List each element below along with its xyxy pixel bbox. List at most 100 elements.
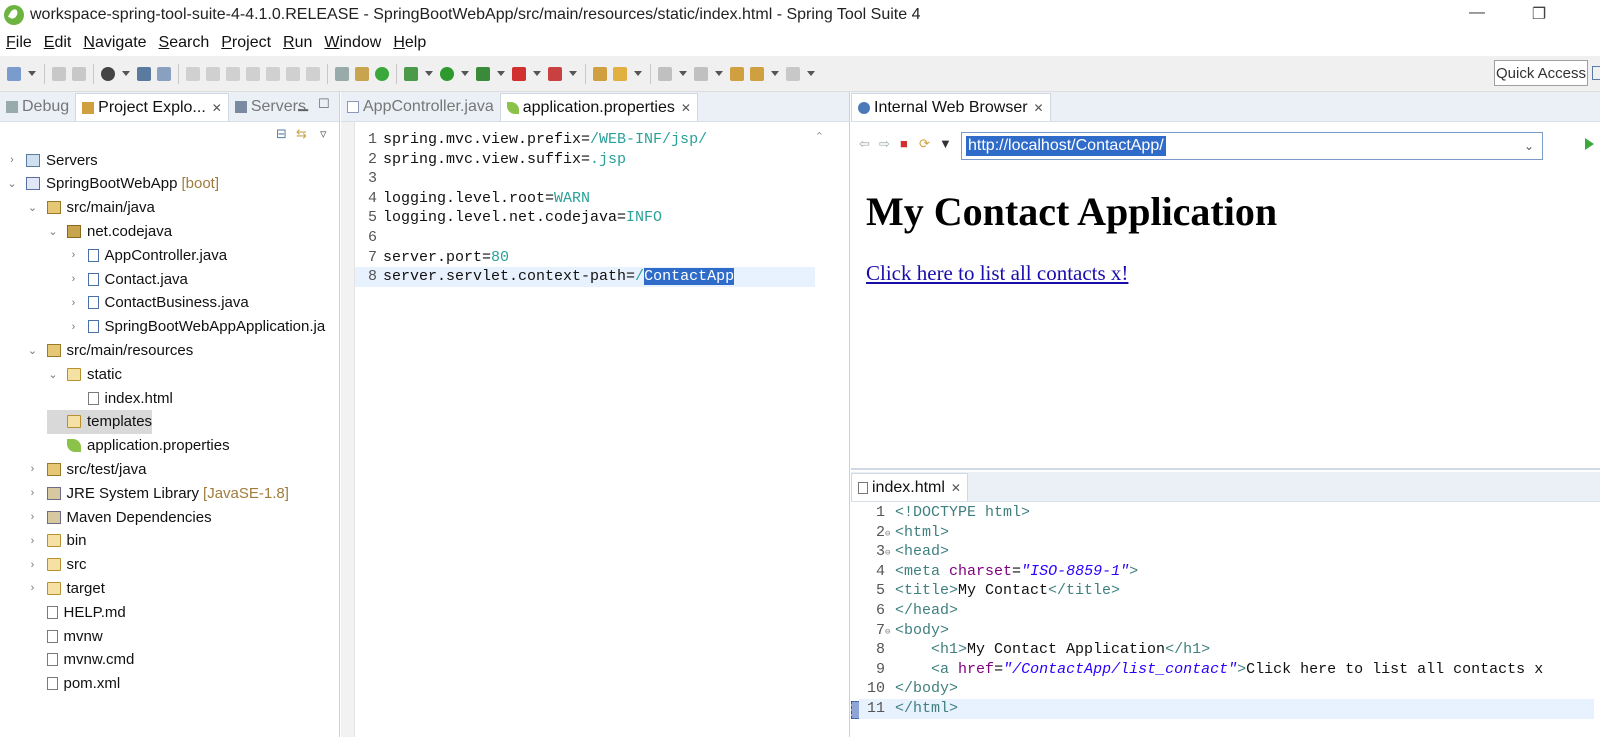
step-into-icon[interactable] (266, 66, 280, 81)
tree-item[interactable]: pom.xml (27, 672, 120, 696)
resume-icon[interactable] (186, 66, 200, 81)
code-line[interactable]: 7 server.port=80 (355, 248, 815, 268)
back-dropdown-icon[interactable] (771, 71, 779, 76)
tree-item[interactable]: › JRE System Library [JavaSE-1.8] (27, 481, 289, 505)
code-line[interactable]: 3 (355, 169, 815, 189)
html-source-editor[interactable]: 1 <!DOCTYPE html> 2⊖ <html> 3⊖ <head> 4 <meta c… (851, 502, 1600, 737)
tab-appcontroller-java[interactable]: AppController.java (341, 93, 500, 121)
back-arrow-icon[interactable]: ⇦ (859, 136, 870, 152)
tree-item[interactable]: › ContactBusiness.java (68, 291, 249, 315)
html-code-line[interactable]: 11 </html> (859, 699, 1594, 719)
build-icon[interactable] (355, 66, 369, 81)
code-line[interactable]: 1 spring.mvc.view.prefix=/WEB-INF/jsp/ (355, 130, 815, 150)
url-input[interactable]: http://localhost/ContactApp/ ⌄ (961, 132, 1543, 160)
last-edit-location-icon[interactable] (730, 66, 744, 81)
chevron-down-icon[interactable]: ⌄ (1524, 139, 1534, 153)
tab-debug[interactable]: Debug (0, 93, 75, 121)
html-code-line[interactable]: 10 </body> (859, 679, 1594, 699)
tree-item[interactable]: mvnw.cmd (27, 648, 134, 672)
use-step-filters-icon[interactable] (335, 66, 349, 81)
perspective-icon[interactable] (1592, 66, 1600, 80)
properties-editor[interactable]: ⌃ 1 spring.mvc.view.prefix=/WEB-INF/jsp/2… (341, 122, 850, 737)
quick-access-field[interactable]: Quick Access (1494, 60, 1588, 86)
chevron-right-icon[interactable]: › (27, 463, 39, 475)
skip-breakpoints-icon[interactable] (157, 66, 171, 81)
console-icon[interactable] (137, 66, 151, 81)
html-code-line[interactable]: 2⊖ <html> (859, 523, 1594, 543)
debug-dropdown-icon[interactable] (425, 71, 433, 76)
coverage-icon[interactable] (476, 66, 490, 81)
fold-icon[interactable]: ⊖ (885, 623, 895, 641)
tab-application-properties[interactable]: application.properties ✕ (499, 93, 698, 121)
tree-item[interactable]: › Contact.java (68, 267, 188, 291)
chevron-right-icon[interactable]: › (68, 297, 80, 309)
html-code-line[interactable]: 4 <meta charset="ISO-8859-1"> (859, 562, 1594, 582)
tree-item[interactable]: application.properties (47, 434, 230, 458)
scroll-up-icon[interactable]: ⌃ (815, 130, 824, 143)
code-line[interactable]: 8 server.servlet.context-path=/ContactApp (355, 267, 815, 287)
forward-dropdown-icon[interactable] (807, 71, 815, 76)
tree-item[interactable]: › SpringBootWebAppApplication.ja (68, 315, 326, 339)
previous-annotation-icon[interactable] (694, 66, 708, 81)
chevron-right-icon[interactable]: › (68, 273, 80, 285)
chevron-down-icon[interactable]: ⌄ (47, 368, 59, 381)
tree-item[interactable]: HELP.md (27, 600, 126, 624)
run-icon[interactable] (440, 66, 454, 81)
tree-item[interactable]: › Maven Dependencies (27, 505, 212, 529)
refresh-icon[interactable]: ⟳ (919, 136, 930, 152)
menu-file[interactable]: File (0, 34, 38, 52)
code-line[interactable]: 5 logging.level.net.codejava=INFO (355, 208, 815, 228)
browser-menu-caret-icon[interactable]: ▼ (939, 136, 952, 151)
tree-item[interactable]: ⌄ static (47, 362, 122, 386)
stop-loading-icon[interactable]: ■ (900, 136, 908, 151)
code-line[interactable]: 4 logging.level.root=WARN (355, 189, 815, 209)
save-icon[interactable] (52, 66, 66, 81)
menu-navigate[interactable]: Navigate (77, 34, 152, 52)
chevron-down-icon[interactable]: ⌄ (6, 177, 18, 190)
stop-icon[interactable] (512, 66, 526, 81)
terminate-icon[interactable] (226, 66, 240, 81)
view-menu-icon[interactable]: ▿ (320, 126, 327, 142)
link-with-editor-icon[interactable]: ⇆ (296, 126, 307, 142)
chevron-right-icon[interactable]: › (27, 582, 39, 594)
maximize-button[interactable]: ❐ (1524, 4, 1554, 24)
tab-internal-web-browser[interactable]: Internal Web Browser ✕ (851, 93, 1051, 121)
tree-item[interactable]: templates (47, 409, 153, 434)
tab-index-html[interactable]: index.html ✕ (851, 473, 968, 501)
stop-dropdown-icon[interactable] (533, 71, 541, 76)
close-tab-icon[interactable]: ✕ (681, 101, 691, 115)
menu-edit[interactable]: Edit (38, 34, 78, 52)
profile-dropdown-icon[interactable] (122, 71, 130, 76)
tree-item[interactable]: › src (27, 553, 87, 577)
html-code-line[interactable]: 9 <a href="/ContactApp/list_contact">Cli… (859, 660, 1594, 680)
tree-item[interactable]: index.html (68, 386, 173, 410)
save-all-icon[interactable] (72, 66, 86, 81)
menu-project[interactable]: Project (215, 34, 277, 52)
list-contacts-link[interactable]: Click here to list all contacts x! (866, 261, 1128, 286)
profile-icon[interactable] (101, 66, 115, 81)
tree-item[interactable]: › src/test/java (27, 457, 147, 481)
next-annotation-dropdown-icon[interactable] (679, 71, 687, 76)
minimize-view-icon[interactable]: ▁ (298, 96, 308, 112)
tree-item[interactable]: ⌄ net.codejava (47, 219, 172, 243)
code-line[interactable]: 2 spring.mvc.view.suffix=.jsp (355, 150, 815, 170)
go-icon[interactable] (1585, 138, 1594, 150)
menu-help[interactable]: Help (387, 34, 432, 52)
step-return-icon[interactable] (306, 66, 320, 81)
chevron-right-icon[interactable]: › (68, 321, 80, 333)
disconnect-icon[interactable] (246, 66, 260, 81)
tree-item[interactable]: › bin (27, 529, 87, 553)
tree-item[interactable]: › AppController.java (68, 243, 227, 267)
code-line[interactable]: 6 (355, 228, 815, 248)
chevron-right-icon[interactable]: › (27, 559, 39, 571)
menu-run[interactable]: Run (277, 34, 318, 52)
maximize-view-icon[interactable]: ☐ (318, 96, 330, 112)
fold-icon[interactable]: ⊖ (885, 544, 895, 562)
open-type-icon[interactable] (593, 66, 607, 81)
back-icon[interactable] (750, 66, 764, 81)
collapse-all-icon[interactable]: ⊟ (276, 126, 287, 142)
tree-item[interactable]: › target (27, 576, 105, 600)
html-code-line[interactable]: 1 <!DOCTYPE html> (859, 503, 1594, 523)
relaunch-dropdown-icon[interactable] (569, 71, 577, 76)
forward-arrow-icon[interactable]: ⇨ (879, 136, 890, 152)
